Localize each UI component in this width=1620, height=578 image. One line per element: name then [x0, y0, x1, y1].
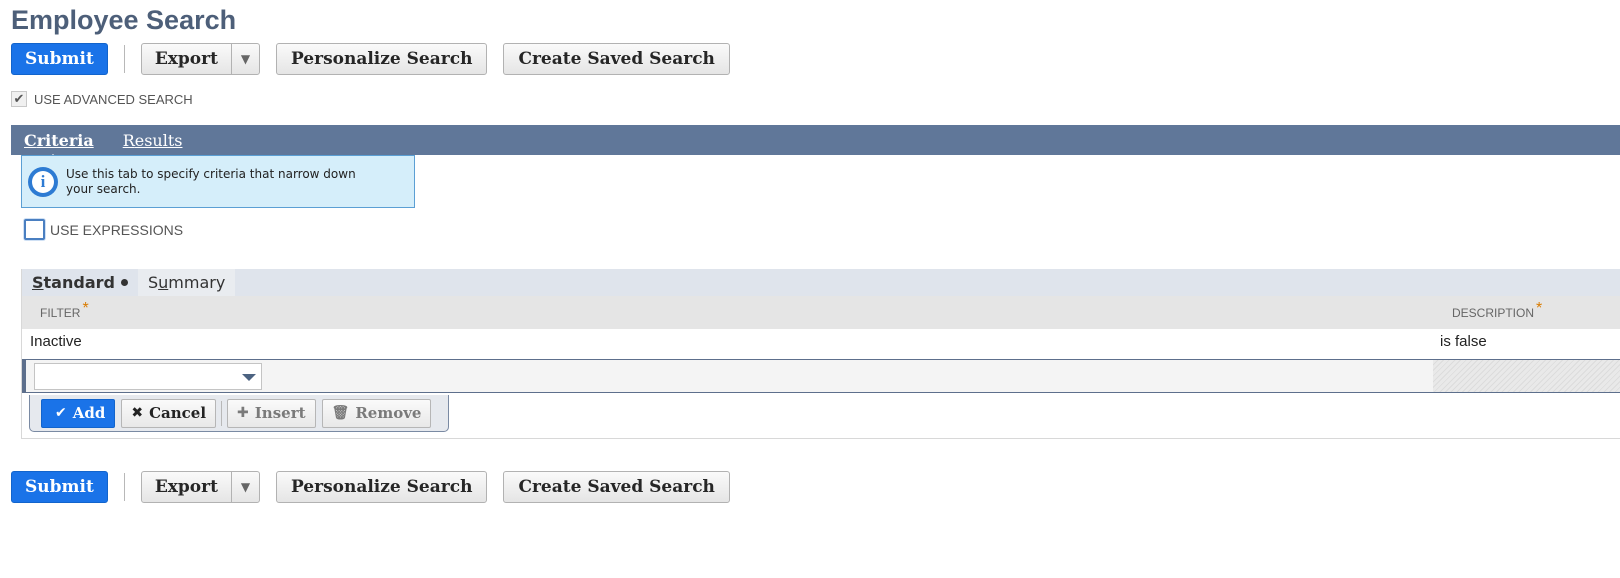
insert-button[interactable]: ✚ Insert	[227, 398, 316, 428]
use-advanced-search-checkbox[interactable]: ✔	[11, 91, 27, 107]
add-button[interactable]: ✔ Add	[41, 398, 116, 428]
export-button[interactable]: Export	[142, 44, 231, 74]
main-tab-bar: Criteria Results	[11, 125, 1620, 161]
personalize-search-button[interactable]: Personalize Search	[275, 43, 488, 75]
page-title: Employee Search	[11, 5, 237, 35]
required-mark: *	[1536, 299, 1543, 317]
toolbar-divider	[123, 45, 125, 73]
tab-criteria[interactable]: Criteria	[24, 131, 94, 161]
row-description-cell: is false	[1440, 333, 1487, 350]
tab-results[interactable]: Results	[123, 131, 183, 150]
chevron-down-icon[interactable]	[242, 374, 256, 381]
column-header-filter: FILTER *	[40, 299, 89, 320]
personalize-search-button-bottom[interactable]: Personalize Search	[275, 471, 488, 503]
cancel-button[interactable]: ✖ Cancel	[121, 398, 217, 428]
create-saved-search-button-bottom[interactable]: Create Saved Search	[503, 471, 730, 503]
info-message: i Use this tab to specify criteria that …	[21, 155, 415, 208]
export-split-button: Export ▼	[140, 43, 260, 75]
column-header-description: DESCRIPTION *	[1452, 299, 1543, 320]
table-header: FILTER * DESCRIPTION *	[22, 296, 1620, 329]
use-expressions-checkbox[interactable]	[24, 219, 45, 240]
submit-button[interactable]: Submit	[11, 43, 108, 75]
export-dropdown-arrow-icon[interactable]: ▼	[230, 472, 259, 502]
filter-select[interactable]	[34, 363, 262, 390]
export-dropdown-arrow-icon[interactable]: ▼	[230, 44, 259, 74]
remove-button[interactable]: 🗑 Remove	[321, 398, 432, 428]
use-expressions: USE EXPRESSIONS	[24, 219, 183, 240]
submit-button-bottom[interactable]: Submit	[11, 471, 108, 503]
criteria-subtabs: Standard Su mmary	[22, 269, 1620, 296]
top-toolbar: Submit Export ▼ Personalize Search Creat…	[11, 43, 730, 75]
export-button-bottom[interactable]: Export	[142, 472, 231, 502]
checkmark-icon: ✔	[55, 405, 67, 421]
row-action-bar: ✔ Add ✖ Cancel ✚ Insert 🗑 Remove	[29, 395, 449, 432]
active-dot-icon	[120, 279, 128, 286]
use-expressions-label: USE EXPRESSIONS	[50, 221, 184, 238]
bottom-toolbar: Submit Export ▼ Personalize Search Creat…	[11, 471, 730, 503]
criteria-panel: Standard Su mmary FILTER * DESCRIPTION * In…	[21, 269, 1620, 439]
required-mark: *	[82, 299, 89, 317]
table-row[interactable]: Inactive is false	[22, 329, 1620, 359]
subtab-standard[interactable]: Standard	[22, 269, 138, 296]
row-filter-cell: Inactive	[30, 333, 82, 350]
export-split-button-bottom: Export ▼	[140, 471, 260, 503]
description-cell-disabled	[1433, 360, 1620, 392]
trash-icon: 🗑	[331, 405, 350, 421]
plus-icon: ✚	[237, 405, 249, 421]
action-divider	[221, 400, 223, 426]
edit-row	[22, 359, 1620, 393]
use-advanced-search: ✔ USE ADVANCED SEARCH	[11, 91, 193, 107]
info-icon: i	[28, 166, 58, 197]
subtab-summary[interactable]: Su mmary	[137, 269, 236, 296]
use-advanced-search-label: USE ADVANCED SEARCH	[34, 91, 193, 107]
create-saved-search-button[interactable]: Create Saved Search	[503, 43, 730, 75]
close-icon: ✖	[131, 405, 144, 421]
toolbar-divider	[123, 473, 125, 501]
info-message-text: Use this tab to specify criteria that na…	[66, 166, 356, 196]
